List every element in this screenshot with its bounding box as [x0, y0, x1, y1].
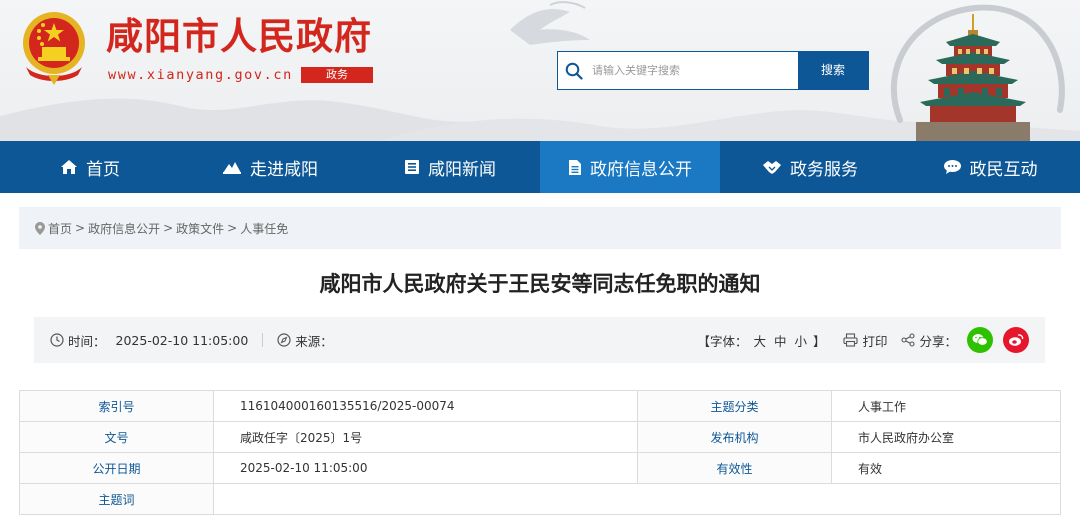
font-size-control: 【字体： 大 中 小 】	[697, 331, 825, 350]
nav-label: 咸阳新闻	[428, 159, 496, 180]
breadcrumb-separator: >	[75, 221, 86, 235]
search-icon	[558, 52, 590, 89]
topic-category-label: 主题分类	[637, 390, 832, 422]
nav-item-about-xianyang[interactable]: 走进咸阳	[180, 141, 360, 193]
table-row: 主题词	[19, 483, 1061, 515]
breadcrumb: 首页 > 政府信息公开 > 政策文件 > 人事任免	[19, 207, 1061, 249]
search-box: 搜索	[557, 51, 869, 90]
nav-label: 政务服务	[790, 159, 858, 180]
share-icon	[901, 333, 916, 347]
doc-number-label: 文号	[19, 421, 214, 453]
wechat-share-button[interactable]	[967, 327, 993, 353]
font-size-prefix: 【字体：	[697, 333, 748, 349]
font-small-link[interactable]: 小	[794, 334, 807, 349]
table-row: 索引号 116104000160135516/2025-00074 主题分类 人…	[19, 390, 1061, 422]
site-url: www.xianyang.gov.cn	[108, 67, 293, 83]
news-icon	[405, 160, 419, 174]
weibo-icon	[1009, 334, 1024, 346]
location-pin-icon	[35, 221, 45, 235]
home-icon	[61, 160, 77, 174]
nav-item-news[interactable]: 咸阳新闻	[360, 141, 540, 193]
compass-icon	[277, 333, 291, 347]
article-title: 咸阳市人民政府关于王民安等同志任免职的通知	[319, 272, 761, 296]
validity-value: 有效	[831, 452, 1061, 484]
nav-item-services[interactable]: 政务服务	[720, 141, 900, 193]
document-icon	[569, 159, 581, 175]
document-info-table: 索引号 116104000160135516/2025-00074 主题分类 人…	[19, 390, 1061, 515]
keywords-label: 主题词	[19, 483, 214, 515]
nav-item-interaction[interactable]: 政民互动	[900, 141, 1080, 193]
index-number-label: 索引号	[19, 390, 214, 422]
wechat-icon	[972, 334, 988, 346]
table-row: 公开日期 2025-02-10 11:05:00 有效性 有效	[19, 452, 1061, 484]
mountain-icon	[223, 162, 241, 174]
site-badge: 政务	[301, 67, 373, 83]
nav-label: 政府信息公开	[590, 159, 692, 180]
publish-date-value: 2025-02-10 11:05:00	[213, 452, 638, 484]
font-medium-link[interactable]: 中	[774, 334, 787, 349]
nav-label: 走进咸阳	[250, 159, 318, 180]
time-label: 时间：	[68, 333, 106, 349]
search-input[interactable]	[590, 52, 798, 89]
table-row: 文号 咸政任字〔2025〕1号 发布机构 市人民政府办公室	[19, 421, 1061, 453]
nav-label: 政民互动	[969, 159, 1038, 180]
breadcrumb-gov-info[interactable]: 政府信息公开	[88, 220, 160, 237]
doc-number-value: 咸政任字〔2025〕1号	[213, 421, 638, 453]
article-meta-bar: 时间： 2025-02-10 11:05:00 来源： 【字体： 大 中 小 】…	[34, 317, 1045, 363]
nav-label: 首页	[86, 159, 120, 180]
validity-label: 有效性	[637, 452, 832, 484]
meta-divider	[262, 333, 264, 347]
meta-right: 【字体： 大 中 小 】 打印 分享：	[697, 327, 1029, 353]
breadcrumb-separator: >	[163, 221, 174, 235]
site-header: 咸阳市人民政府 www.xianyang.gov.cn 政务 搜索	[0, 0, 1080, 141]
breadcrumb-personnel[interactable]: 人事任免	[240, 220, 288, 237]
main-nav: 首页 走进咸阳 咸阳新闻 政府信息公开 政务服务 政民互动	[0, 141, 1080, 193]
keywords-value	[213, 483, 1061, 515]
font-large-link[interactable]: 大	[753, 334, 766, 349]
site-title[interactable]: 咸阳市人民政府	[106, 14, 372, 60]
share-label: 分享：	[919, 333, 957, 349]
weibo-share-button[interactable]	[1003, 327, 1029, 353]
clock-icon	[50, 333, 64, 347]
topic-category-value: 人事工作	[831, 390, 1061, 422]
handshake-icon	[763, 161, 781, 174]
national-emblem-icon	[23, 12, 85, 85]
publisher-value: 市人民政府办公室	[831, 421, 1061, 453]
pagoda-tower-image	[916, 14, 1030, 141]
publish-date-label: 公开日期	[19, 452, 214, 484]
meta-left: 时间： 2025-02-10 11:05:00 来源：	[50, 331, 333, 350]
source-label: 来源：	[295, 333, 333, 349]
publisher-label: 发布机构	[637, 421, 832, 453]
breadcrumb-home[interactable]: 首页	[48, 220, 72, 237]
nav-item-gov-info[interactable]: 政府信息公开	[540, 141, 720, 193]
time-value: 2025-02-10 11:05:00	[115, 332, 249, 348]
printer-icon[interactable]	[843, 333, 859, 347]
index-number-value: 116104000160135516/2025-00074	[213, 390, 638, 422]
search-button[interactable]: 搜索	[798, 52, 868, 89]
chat-icon	[943, 160, 961, 174]
breadcrumb-separator: >	[227, 221, 238, 235]
nav-item-home[interactable]: 首页	[0, 141, 180, 193]
print-button[interactable]: 打印	[862, 331, 887, 350]
breadcrumb-policy-docs[interactable]: 政策文件	[176, 220, 224, 237]
font-size-suffix: 】	[812, 333, 826, 349]
